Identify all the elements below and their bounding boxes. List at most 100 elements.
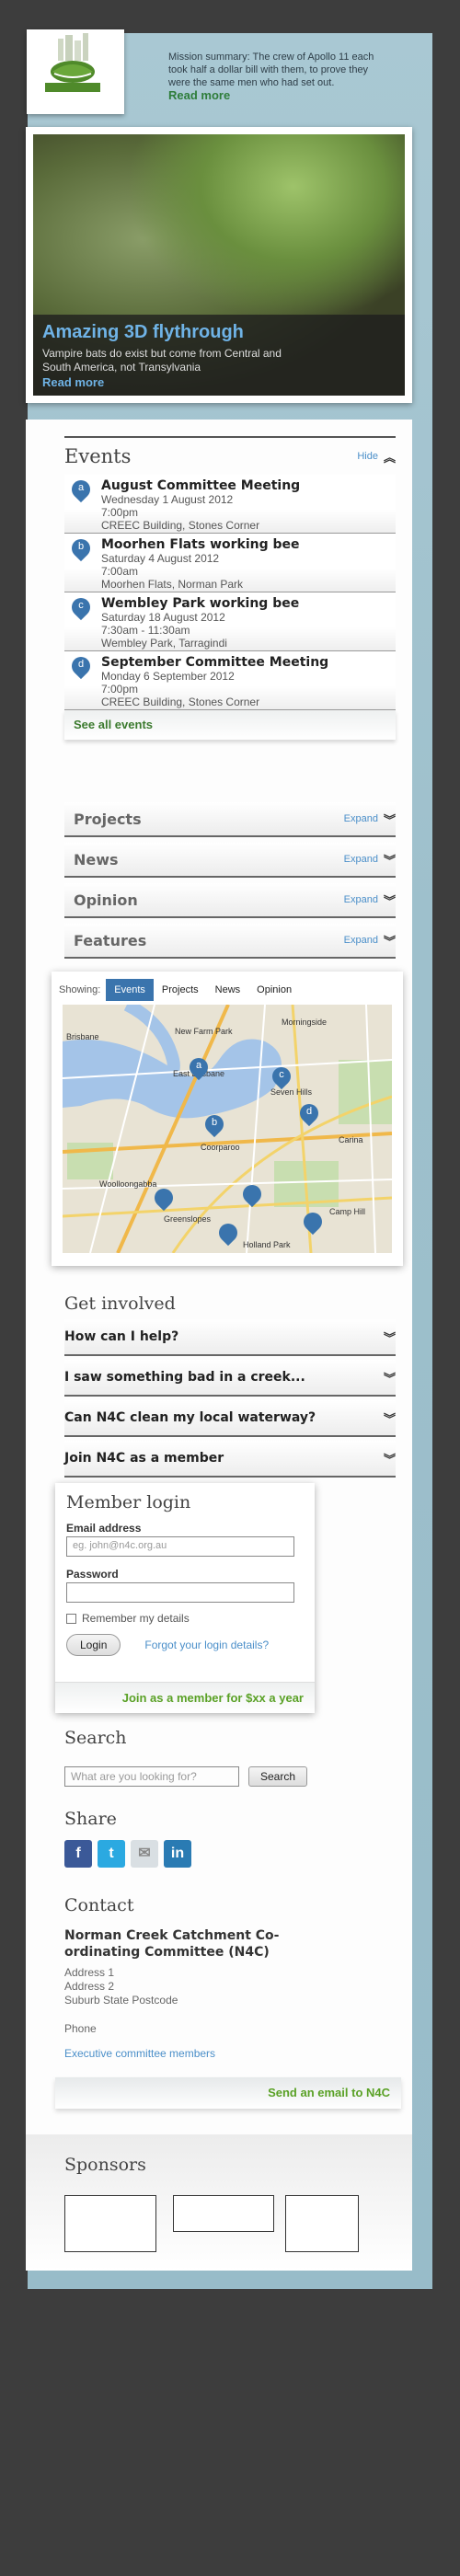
join-member-link[interactable]: Join as a member for $xx a year [55,1682,315,1713]
send-email-link[interactable]: Send an email to N4C [55,2077,401,2109]
sponsors-title: Sponsors [64,2155,146,2175]
login-button[interactable]: Login [66,1634,121,1656]
event-location: Moorhen Flats, Norman Park [101,578,244,591]
toggle-label: Expand [343,813,378,824]
map-tab-opinion[interactable]: Opinion [248,979,300,1001]
mission-read-more-link[interactable]: Read more [168,89,389,102]
section-opinion[interactable]: Opinion Expand ︾ [64,883,396,918]
remember-checkbox[interactable] [66,1613,76,1624]
section-expand-toggle[interactable]: Expand ︾ [344,851,396,868]
map-label: Coorparoo [201,1143,240,1152]
get-involved-section: Get involved How can I help? ︾ I saw somet… [64,1288,396,1481]
address-line: Address 1 [64,1966,115,1979]
map-pin-icon[interactable] [299,1208,327,1236]
hero-read-more-link[interactable]: Read more [42,375,104,389]
map-pin-icon: d [67,652,95,680]
events-hide-toggle[interactable]: Hide ︽ [357,448,396,466]
chevron-down-icon: ︾ [383,812,396,827]
event-location: CREEC Building, Stones Corner [101,696,260,708]
event-list: a August Committee Meeting Wednesday 1 Aug… [64,475,396,710]
event-title[interactable]: Wembley Park working bee [101,596,396,611]
chevron-up-icon: ︽ [383,450,396,465]
password-label: Password [66,1568,119,1581]
toggle-label: Expand [343,894,378,905]
map-tab-events[interactable]: Events [106,979,154,1001]
n4c-logo[interactable] [27,29,124,114]
sponsor-logo[interactable] [285,2195,359,2252]
involved-label: How can I help? [64,1329,179,1344]
sponsor-logo[interactable] [173,2195,274,2232]
password-field[interactable] [66,1582,294,1603]
involved-item[interactable]: Can N4C clean my local waterway? ︾ [64,1400,396,1437]
event-item[interactable]: a August Committee Meeting Wednesday 1 Aug… [64,475,396,534]
address-line: Address 2 [64,1980,115,1993]
search-button[interactable]: Search [248,1766,308,1787]
map-pin-icon[interactable] [150,1184,178,1212]
section-expand-toggle[interactable]: Expand ︾ [344,932,396,949]
map-tab-news[interactable]: News [207,979,249,1001]
section-features[interactable]: Features Expand ︾ [64,924,396,959]
executive-committee-link[interactable]: Executive committee members [64,2047,215,2060]
event-item[interactable]: b Moorhen Flats working bee Saturday 4 Aug… [64,534,396,592]
hero-subtitle: Vampire bats do exist but come from Cent… [42,347,282,374]
mission-summary: Mission summary: The crew of Apollo 11 e… [168,51,389,102]
event-date: Saturday 4 August 2012 [101,552,220,565]
email-icon[interactable]: ✉ [131,1840,158,1868]
map-tab-projects[interactable]: Projects [154,979,207,1001]
event-location: Wembley Park, Tarragindi [101,637,227,650]
section-expand-toggle[interactable]: Expand ︾ [344,811,396,828]
contact-organisation: Norman Creek Catchment Co-ordinating Com… [64,1928,280,1960]
chevron-down-icon: ︾ [383,1330,396,1345]
forgot-login-link[interactable]: Forgot your login details? [144,1639,269,1651]
map-card: Showing: Events Projects News Opinion Brisb… [52,972,403,1266]
involved-item[interactable]: How can I help? ︾ [64,1319,396,1356]
event-item[interactable]: c Wembley Park working bee Saturday 18 Aug… [64,592,396,651]
hero-feature[interactable]: Amazing 3D flythrough Vampire bats do ex… [26,127,412,403]
map-label: Morningside [282,1018,328,1027]
events-header: Events Hide ︽ [64,438,396,475]
contact-phone: Phone [64,2022,97,2035]
map-pin-icon[interactable]: d [295,1099,323,1127]
map-label: Holland Park [243,1240,291,1249]
address-line: Suburb State Postcode [64,1994,178,2007]
events-map[interactable]: Brisbane Morningside Seven Hills Woolloo… [63,1005,392,1253]
involved-item[interactable]: I saw something bad in a creek... ︾ [64,1360,396,1397]
facebook-icon[interactable]: f [64,1840,92,1868]
event-title[interactable]: September Committee Meeting [101,655,396,670]
event-item[interactable]: d September Committee Meeting Monday 6 Sep… [64,651,396,710]
involved-label: Can N4C clean my local waterway? [64,1410,316,1425]
hero-title[interactable]: Amazing 3D flythrough [42,322,396,343]
linkedin-icon[interactable]: in [164,1840,191,1868]
map-pin-icon[interactable]: a [185,1053,213,1081]
chevron-down-icon: ︾ [383,893,396,908]
collapsed-sections: Projects Expand ︾ News Expand ︾ Opinion Expand ︾… [64,802,396,964]
map-pin-icon[interactable]: b [201,1110,228,1138]
map-label: Carina [339,1135,363,1144]
see-all-events-link[interactable]: See all events [64,710,396,740]
map-pin-icon[interactable]: c [268,1063,295,1090]
section-title: News [74,850,119,868]
section-news[interactable]: News Expand ︾ [64,843,396,878]
email-field[interactable]: eg. john@n4c.org.au [66,1536,294,1557]
map-pin-icon[interactable] [214,1219,242,1247]
event-title[interactable]: Moorhen Flats working bee [101,537,396,552]
email-label: Email address [66,1522,142,1535]
events-title: Events [64,445,132,467]
map-label: Greenslopes [164,1214,212,1224]
remember-row: Remember my details [66,1612,304,1625]
sponsor-logo[interactable] [64,2195,156,2252]
map-pin-icon[interactable] [238,1180,266,1208]
event-time: 7:30am - 11:30am [101,624,190,637]
search-title: Search [64,1728,127,1748]
event-date: Saturday 18 August 2012 [101,611,225,624]
section-expand-toggle[interactable]: Expand ︾ [344,891,396,909]
involved-list: How can I help? ︾ I saw something bad in a… [64,1319,396,1478]
twitter-icon[interactable]: t [98,1840,125,1868]
chevron-down-icon: ︾ [383,1452,396,1466]
event-title[interactable]: August Committee Meeting [101,478,396,493]
involved-item[interactable]: Join N4C as a member ︾ [64,1441,396,1478]
section-projects[interactable]: Projects Expand ︾ [64,802,396,837]
map-label: Woolloongabba [99,1179,157,1189]
map-filter-tabs: Showing: Events Projects News Opinion [59,979,300,1001]
search-input[interactable]: What are you looking for? [64,1766,239,1787]
